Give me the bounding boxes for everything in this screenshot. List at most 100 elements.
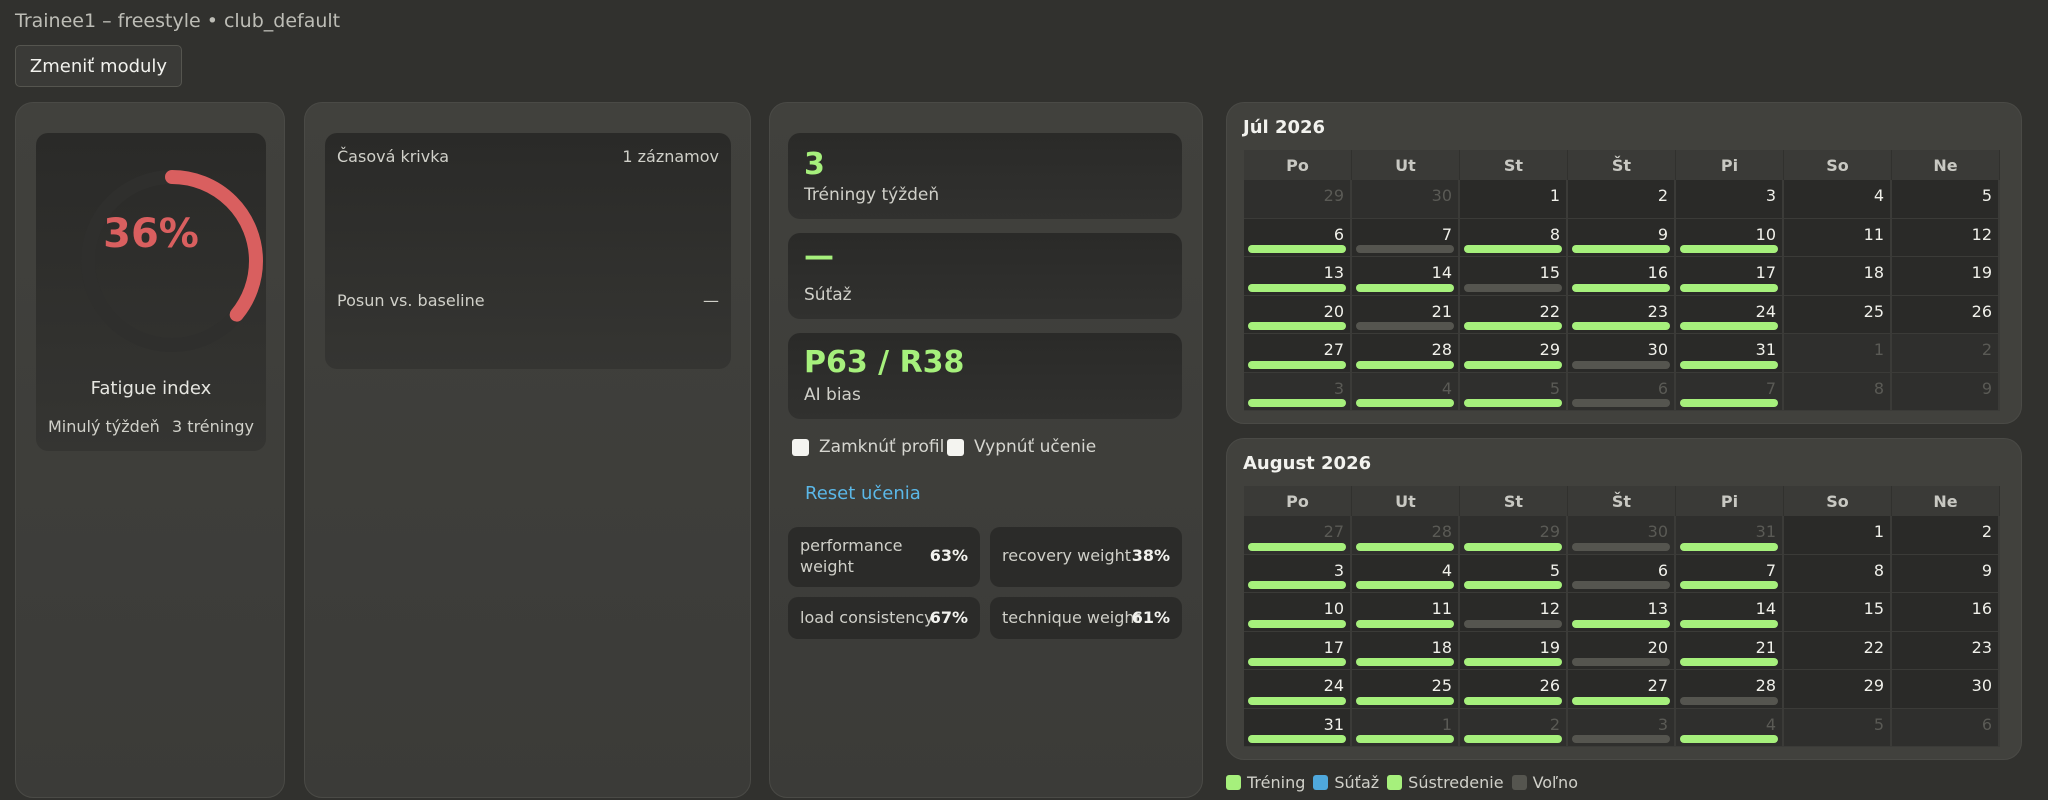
calendar-day[interactable]: 1 — [1784, 334, 1892, 373]
calendar-day[interactable]: 29 — [1784, 670, 1892, 709]
calendar-day[interactable]: 20 — [1568, 631, 1676, 670]
calendar-day[interactable]: 7 — [1352, 218, 1460, 257]
change-modules-button[interactable]: Zmeniť moduly — [15, 45, 182, 87]
calendar-day[interactable]: 12 — [1460, 593, 1568, 632]
calendar-day[interactable]: 28 — [1352, 516, 1460, 555]
training-bar — [1356, 581, 1454, 589]
calendar-day[interactable]: 3 — [1244, 554, 1352, 593]
calendar-day[interactable]: 13 — [1244, 257, 1352, 296]
calendar-day[interactable]: 28 — [1676, 670, 1784, 709]
calendar-day[interactable]: 5 — [1784, 708, 1892, 747]
calendar-day[interactable]: 30 — [1352, 180, 1460, 219]
calendar-day[interactable]: 18 — [1784, 257, 1892, 296]
calendar-day[interactable]: 29 — [1460, 516, 1568, 555]
calendar-day[interactable]: 17 — [1244, 631, 1352, 670]
calendar-day[interactable]: 11 — [1784, 218, 1892, 257]
day-number: 27 — [1323, 522, 1344, 541]
calendar-title: August 2026 — [1243, 453, 1372, 474]
calendar-day[interactable]: 8 — [1784, 554, 1892, 593]
calendar-day[interactable]: 24 — [1244, 670, 1352, 709]
calendar-day[interactable]: 6 — [1892, 708, 2000, 747]
weekday-header: Po — [1244, 486, 1352, 516]
calendar-day[interactable]: 1 — [1784, 516, 1892, 555]
calendar-day[interactable]: 6 — [1244, 218, 1352, 257]
competition-label: Súťaž — [804, 285, 852, 305]
lock-profile-box[interactable] — [792, 438, 809, 456]
calendar-day[interactable]: 31 — [1676, 516, 1784, 555]
calendar-day[interactable]: 24 — [1676, 295, 1784, 334]
calendar-day[interactable]: 2 — [1892, 334, 2000, 373]
calendar-day[interactable]: 4 — [1784, 180, 1892, 219]
calendar-day[interactable]: 19 — [1460, 631, 1568, 670]
calendar-day[interactable]: 30 — [1568, 334, 1676, 373]
calendar-day[interactable]: 3 — [1568, 708, 1676, 747]
calendar-day[interactable]: 31 — [1244, 708, 1352, 747]
calendar-day[interactable]: 27 — [1568, 670, 1676, 709]
calendar-day[interactable]: 16 — [1892, 593, 2000, 632]
lock-profile-checkbox[interactable]: Zamknúť profil — [792, 437, 944, 457]
calendar-day[interactable]: 4 — [1676, 708, 1784, 747]
calendar-day[interactable]: 8 — [1460, 218, 1568, 257]
training-bar — [1680, 542, 1778, 551]
shift-label: Posun vs. baseline — [337, 291, 485, 310]
calendar-day[interactable]: 3 — [1244, 372, 1352, 411]
calendar-day[interactable]: 22 — [1784, 631, 1892, 670]
day-number: 24 — [1755, 301, 1776, 321]
calendar-day[interactable]: 6 — [1568, 372, 1676, 411]
calendar-day[interactable]: 4 — [1352, 372, 1460, 411]
calendar-day[interactable]: 7 — [1676, 372, 1784, 411]
calendar-day[interactable]: 5 — [1892, 180, 2000, 219]
calendar-day[interactable]: 25 — [1784, 295, 1892, 334]
calendar-day[interactable]: 31 — [1676, 334, 1784, 373]
disable-learning-checkbox[interactable]: Vypnúť učenie — [947, 437, 1096, 457]
calendar-day[interactable]: 9 — [1892, 554, 2000, 593]
training-bar — [1680, 581, 1778, 589]
disable-learning-box[interactable] — [947, 438, 964, 456]
calendar-day[interactable]: 21 — [1352, 295, 1460, 334]
calendar-day[interactable]: 5 — [1460, 554, 1568, 593]
calendar-day[interactable]: 2 — [1892, 516, 2000, 555]
calendar-day[interactable]: 14 — [1352, 257, 1460, 296]
calendar-day[interactable]: 9 — [1568, 218, 1676, 257]
calendar-day[interactable]: 18 — [1352, 631, 1460, 670]
calendar-day[interactable]: 21 — [1676, 631, 1784, 670]
calendar-day[interactable]: 15 — [1784, 593, 1892, 632]
calendar-day[interactable]: 22 — [1460, 295, 1568, 334]
calendar-day[interactable]: 30 — [1892, 670, 2000, 709]
calendar-day[interactable]: 29 — [1460, 334, 1568, 373]
calendar-day[interactable]: 9 — [1892, 372, 2000, 411]
calendar-day[interactable]: 26 — [1892, 295, 2000, 334]
calendar-day[interactable]: 6 — [1568, 554, 1676, 593]
calendar-day[interactable]: 10 — [1244, 593, 1352, 632]
calendar-day[interactable]: 2 — [1460, 708, 1568, 747]
calendar-day[interactable]: 23 — [1568, 295, 1676, 334]
calendar-day[interactable]: 8 — [1784, 372, 1892, 411]
calendar-day[interactable]: 7 — [1676, 554, 1784, 593]
calendar-day[interactable]: 1 — [1460, 180, 1568, 219]
training-bar — [1464, 696, 1562, 705]
calendar-day[interactable]: 13 — [1568, 593, 1676, 632]
calendar-day[interactable]: 20 — [1244, 295, 1352, 334]
calendar-day[interactable]: 11 — [1352, 593, 1460, 632]
calendar-day[interactable]: 12 — [1892, 218, 2000, 257]
calendar-day[interactable]: 5 — [1460, 372, 1568, 411]
calendar-day[interactable]: 1 — [1352, 708, 1460, 747]
calendar-day[interactable]: 27 — [1244, 334, 1352, 373]
calendar-day[interactable]: 2 — [1568, 180, 1676, 219]
calendar-day[interactable]: 16 — [1568, 257, 1676, 296]
calendar-day[interactable]: 30 — [1568, 516, 1676, 555]
calendar-day[interactable]: 4 — [1352, 554, 1460, 593]
calendar-day[interactable]: 27 — [1244, 516, 1352, 555]
reset-learning-link[interactable]: Reset učenia — [805, 483, 921, 504]
calendar-day[interactable]: 10 — [1676, 218, 1784, 257]
calendar-day[interactable]: 26 — [1460, 670, 1568, 709]
calendar-day[interactable]: 23 — [1892, 631, 2000, 670]
calendar-day[interactable]: 19 — [1892, 257, 2000, 296]
calendar-day[interactable]: 3 — [1676, 180, 1784, 219]
calendar-day[interactable]: 14 — [1676, 593, 1784, 632]
calendar-day[interactable]: 28 — [1352, 334, 1460, 373]
calendar-day[interactable]: 29 — [1244, 180, 1352, 219]
calendar-day[interactable]: 17 — [1676, 257, 1784, 296]
calendar-day[interactable]: 25 — [1352, 670, 1460, 709]
calendar-day[interactable]: 15 — [1460, 257, 1568, 296]
